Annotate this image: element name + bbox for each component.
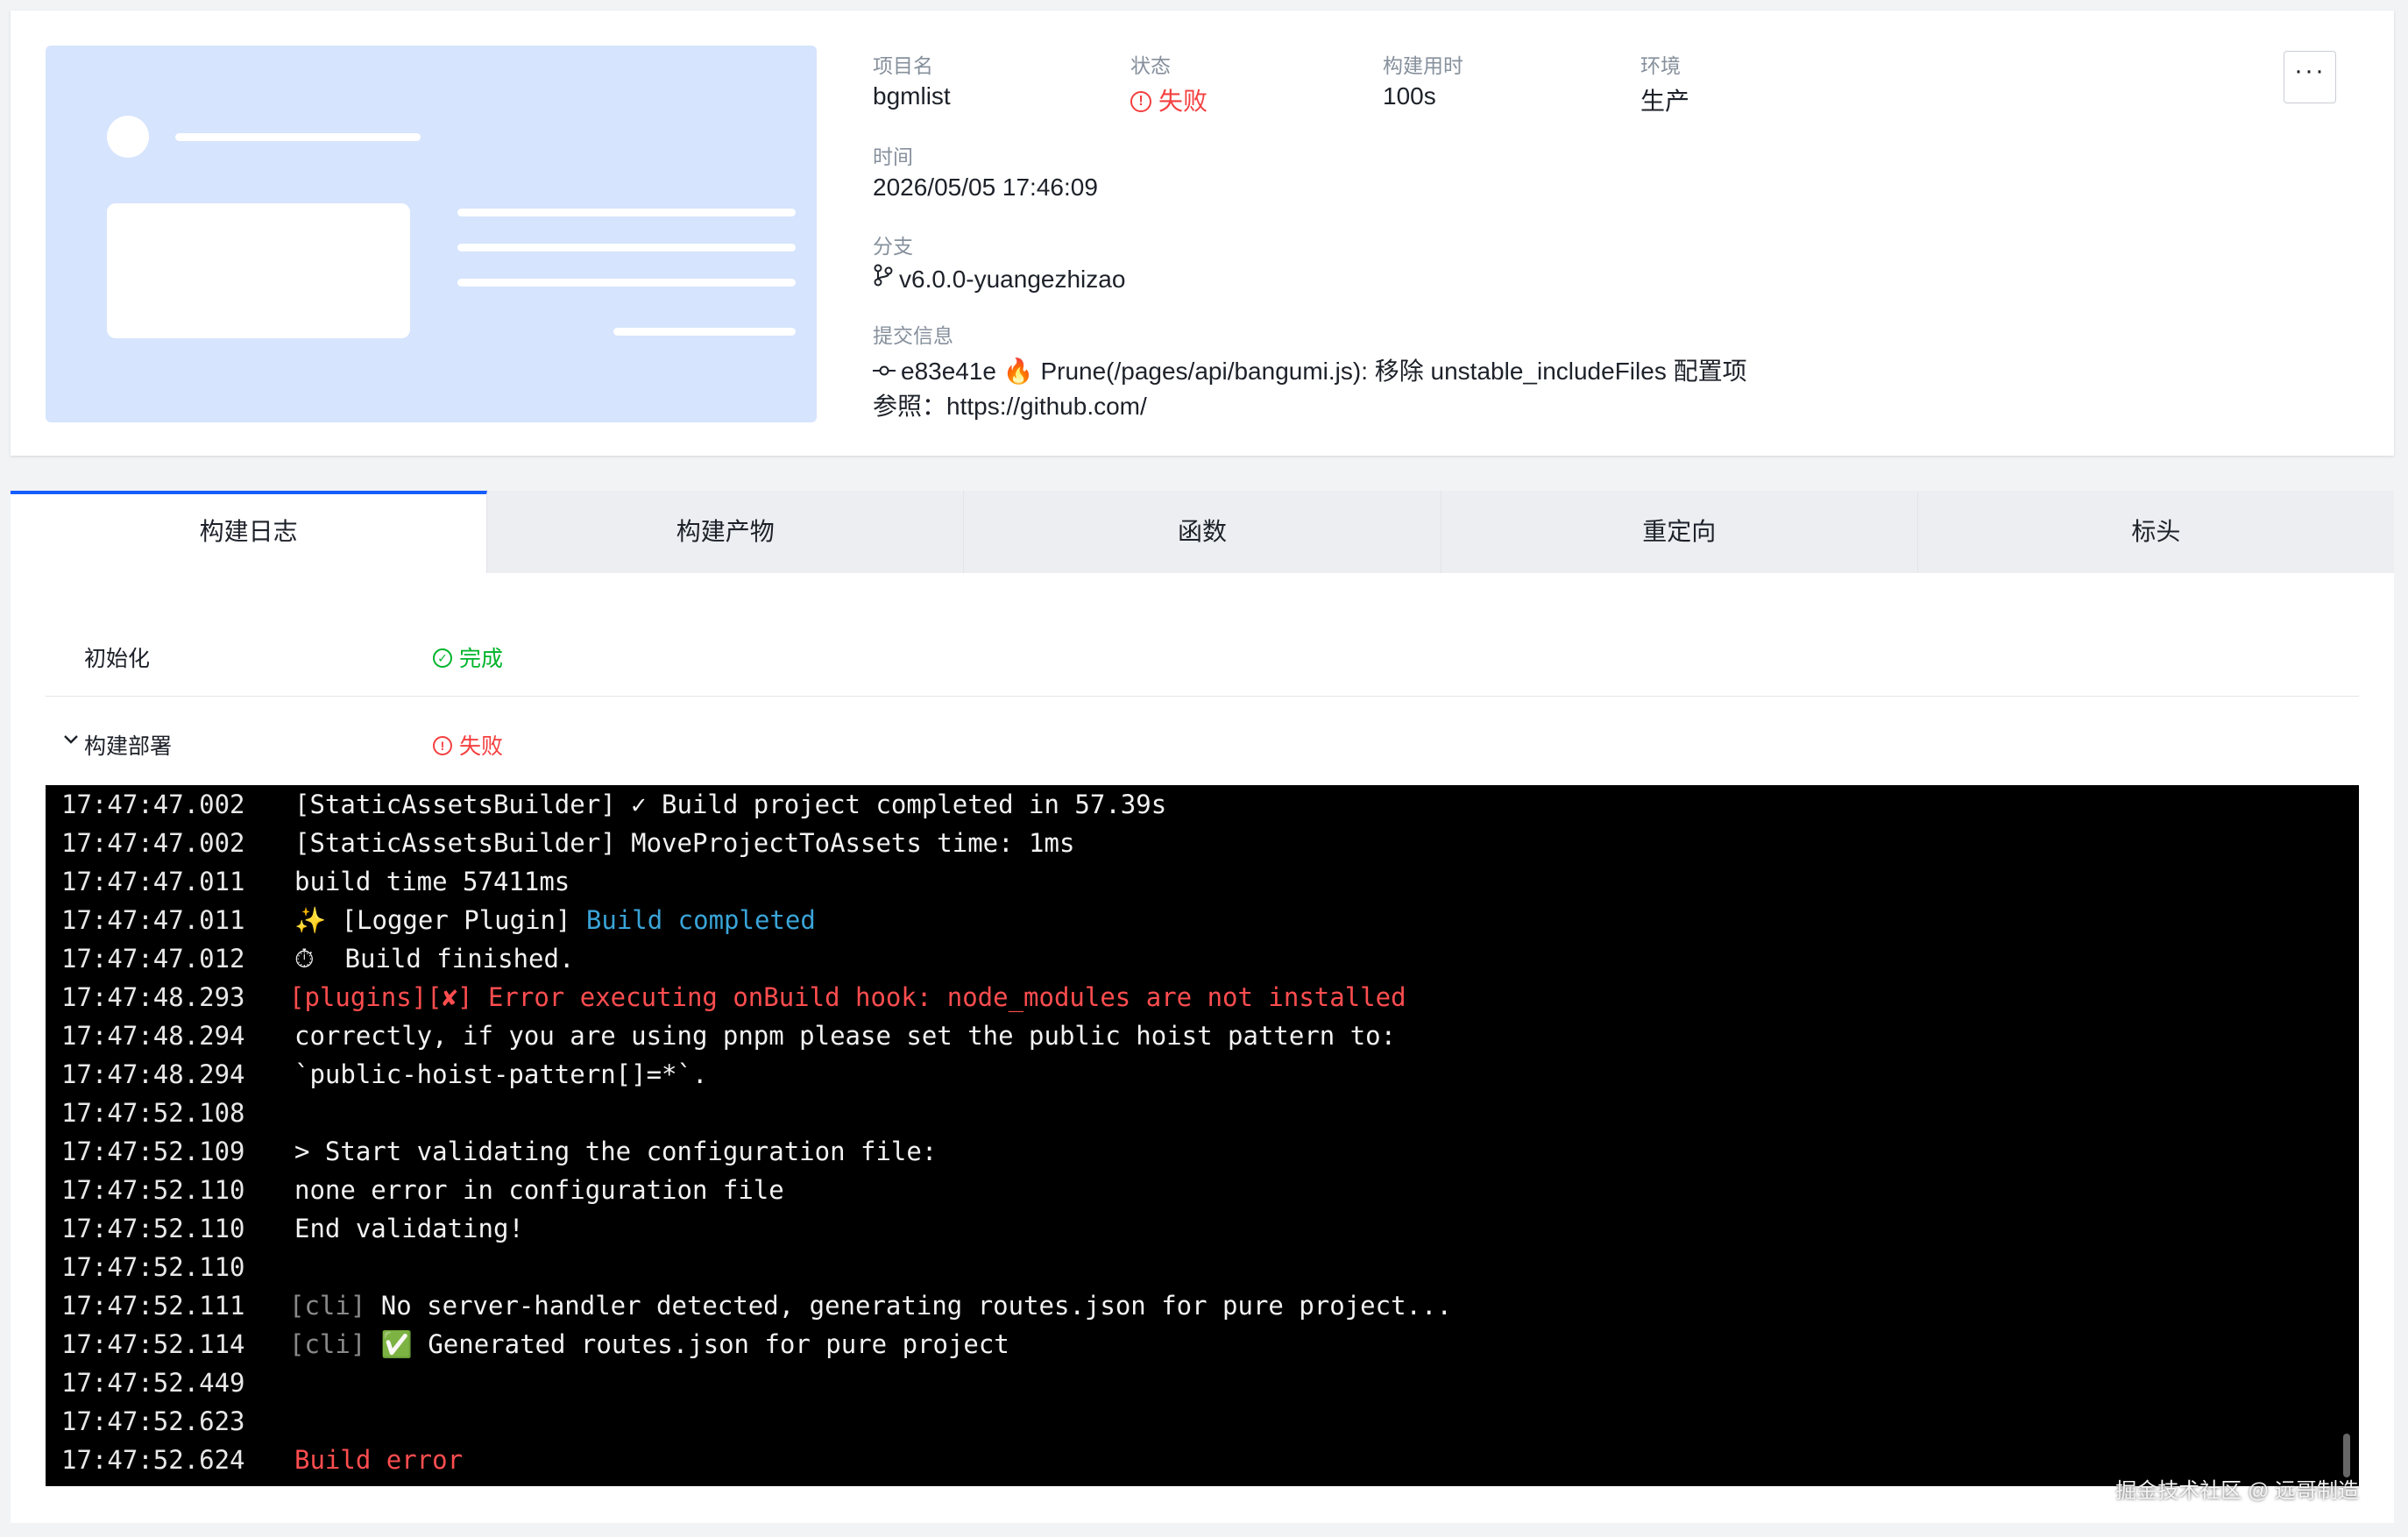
status-badge: ! 失败 <box>1130 82 1208 117</box>
preview-avatar-shape <box>107 116 149 158</box>
log-message: End validating! <box>294 1214 524 1243</box>
project-name-label: 项目名 <box>873 54 933 77</box>
status-label: 状态 <box>1130 54 1171 77</box>
log-timestamp: 17:47:52.110 <box>61 1214 245 1243</box>
git-branch-icon <box>873 263 894 294</box>
stage-name: 初始化 <box>84 647 151 671</box>
log-terminal[interactable]: 17:47:47.002 [StaticAssetsBuilder] ✓ Buil… <box>46 785 2359 1486</box>
commit-label: 提交信息 <box>873 324 953 347</box>
git-commit-icon <box>873 358 896 386</box>
log-timestamp: 17:47:47.011 <box>61 905 245 935</box>
log-timestamp: 17:47:52.623 <box>61 1406 245 1436</box>
log-message: > Start validating the configuration fil… <box>294 1137 938 1166</box>
log-timestamp: 17:47:52.624 <box>61 1445 245 1475</box>
log-message: [plugins][✘] Error executing onBuild hoo… <box>289 982 1406 1012</box>
check-circle-icon: ✓ <box>433 648 452 669</box>
log-message: `public-hoist-pattern[]=*`. <box>294 1059 708 1089</box>
tab-build-artifacts[interactable]: 构建产物 <box>487 491 965 573</box>
chevron-down-icon[interactable] <box>63 727 79 750</box>
log-timestamp: 17:47:52.109 <box>61 1137 245 1166</box>
log-message: ✨ [Logger Plugin] Build completed <box>294 901 816 939</box>
environment-value: 生产 <box>1640 88 1690 115</box>
log-timestamp: 17:47:47.011 <box>61 867 245 896</box>
more-actions-button[interactable]: ··· <box>2284 51 2336 103</box>
log-timestamp: 17:47:48.294 <box>61 1021 245 1051</box>
commit-info[interactable]: e83e41e 🔥 Prune(/pages/api/bangumi.js): … <box>873 352 1747 387</box>
environment-label: 环境 <box>1640 54 1681 77</box>
log-prefix: [cli] <box>289 1291 366 1321</box>
branch-value: v6.0.0-yuangezhizao <box>899 266 1126 293</box>
duration-label: 构建用时 <box>1383 54 1463 77</box>
log-message: Build error <box>294 1445 464 1475</box>
branch-info[interactable]: v6.0.0-yuangezhizao <box>873 263 1125 294</box>
log-text: ✅ Generated routes.json for pure project <box>365 1329 1009 1359</box>
commit-hash: e83e41e <box>901 358 997 385</box>
stage-status-label: 失败 <box>459 734 504 759</box>
log-message: [cli] ✅ Generated routes.json for pure p… <box>289 1325 1009 1363</box>
terminal-scrollbar[interactable] <box>2343 1434 2350 1477</box>
log-message: [StaticAssetsBuilder] MoveProjectToAsset… <box>294 828 1075 858</box>
log-timestamp: 17:47:48.294 <box>61 1059 245 1089</box>
log-timestamp: 17:47:52.110 <box>61 1252 245 1282</box>
log-message: correctly, if you are using pnpm please … <box>294 1021 1397 1051</box>
build-log-panel: 初始化 ✓ 完成 构建部署 ! 失败 17:47:47.002 [StaticAsse… <box>11 573 2394 1523</box>
tab-redirects[interactable]: 重定向 <box>1441 491 1918 573</box>
stage-name: 构建部署 <box>84 734 173 759</box>
commit-reference: 参照：https://github.com/ <box>873 393 1147 420</box>
stage-status-failed: ! 失败 <box>433 729 503 761</box>
preview-line <box>613 328 796 336</box>
branch-label: 分支 <box>873 235 913 258</box>
stage-status-label: 完成 <box>459 647 504 671</box>
log-message: ⏱ Build finished. <box>294 944 575 974</box>
project-name-value: bgmlist <box>873 82 951 110</box>
stage-divider <box>46 696 2359 697</box>
error-circle-icon: ! <box>433 736 452 756</box>
stage-row-init[interactable]: 初始化 ✓ 完成 <box>46 624 2359 685</box>
preview-line <box>457 279 796 287</box>
log-timestamp: 17:47:47.002 <box>61 828 245 858</box>
detail-tabs: 构建日志 构建产物 函数 重定向 标头 <box>11 491 2394 573</box>
log-timestamp: 17:47:52.114 <box>61 1329 245 1359</box>
log-text: No server-handler detected, generating r… <box>365 1291 1452 1321</box>
log-prefix: ✨ [Logger Plugin] <box>294 905 586 935</box>
preview-line <box>457 209 796 216</box>
tab-functions[interactable]: 函数 <box>964 491 1441 573</box>
log-timestamp: 17:47:52.108 <box>61 1098 245 1128</box>
log-timestamp: 17:47:47.012 <box>61 944 245 974</box>
stage-status-success: ✓ 完成 <box>433 641 503 673</box>
duration-value: 100s <box>1383 82 1436 110</box>
deployment-summary-card: 项目名 bgmlist 状态 ! 失败 构建用时 100s 环境 生产 时间 20… <box>11 11 2394 456</box>
log-highlight: Build completed <box>585 905 816 935</box>
preview-box-shape <box>107 203 410 338</box>
log-timestamp: 17:47:47.002 <box>61 790 245 819</box>
log-message: none error in configuration file <box>294 1175 784 1205</box>
log-prefix: [cli] <box>289 1329 366 1359</box>
site-preview-thumbnail[interactable] <box>46 46 817 422</box>
tab-build-logs[interactable]: 构建日志 <box>11 491 488 573</box>
log-message: [StaticAssetsBuilder] ✓ Build project co… <box>294 790 1167 819</box>
log-timestamp: 17:47:48.293 <box>61 982 245 1012</box>
log-timestamp: 17:47:52.110 <box>61 1175 245 1205</box>
log-message: build time 57411ms <box>294 867 570 896</box>
watermark: 掘金技术社区 @ 远哥制造 <box>2115 1479 2359 1503</box>
time-label: 时间 <box>873 145 913 168</box>
time-value: 2026/05/05 17:46:09 <box>873 174 1098 201</box>
log-timestamp: 17:47:52.111 <box>61 1291 245 1321</box>
status-value: 失败 <box>1158 88 1208 115</box>
stage-row-build-deploy[interactable]: 构建部署 ! 失败 <box>46 712 2359 773</box>
log-timestamp: 17:47:52.449 <box>61 1368 245 1398</box>
log-message: [cli] No server-handler detected, genera… <box>289 1286 1452 1325</box>
error-circle-icon: ! <box>1130 90 1151 112</box>
preview-line <box>175 133 421 141</box>
preview-line <box>457 244 796 251</box>
tab-headers[interactable]: 标头 <box>1918 491 2394 573</box>
commit-message: 🔥 Prune(/pages/api/bangumi.js): 移除 unsta… <box>1002 358 1747 385</box>
